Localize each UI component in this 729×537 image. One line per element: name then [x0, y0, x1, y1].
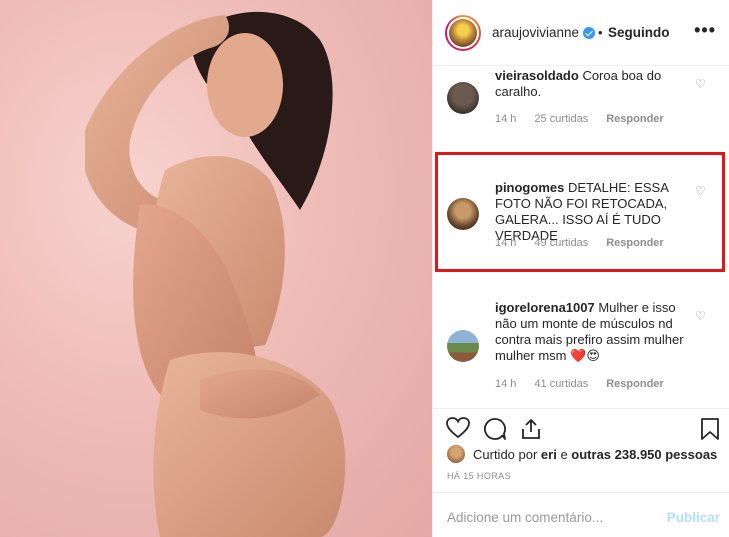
likes-summary: Curtido por eri e outras 238.950 pessoas	[447, 445, 727, 463]
commenter-avatar[interactable]	[447, 82, 479, 114]
heart-icon[interactable]	[446, 417, 470, 439]
comment-input[interactable]: Adicione um comentário...	[447, 510, 603, 525]
post-actions-bar	[433, 408, 729, 441]
comment-username[interactable]: vieirasoldado	[495, 68, 579, 83]
comment-time[interactable]: 14 h	[495, 113, 516, 125]
comment-time[interactable]: 14 h	[495, 378, 516, 390]
post-photo[interactable]	[0, 0, 432, 537]
highlight-box	[435, 152, 725, 272]
comment-username[interactable]: igorelorena1007	[495, 300, 595, 315]
liker-avatar[interactable]	[447, 445, 465, 463]
liker-username[interactable]: eri	[541, 447, 557, 462]
comment-emoji: ❤️😍	[570, 348, 600, 363]
comment-like-icon[interactable]: ♡	[695, 309, 706, 323]
share-icon[interactable]	[519, 417, 543, 441]
likes-middle: e	[556, 447, 572, 462]
comment-likes[interactable]: 41 curtidas	[534, 378, 588, 390]
post-photo-illustration	[85, 11, 346, 537]
likes-prefix: Curtido por	[473, 447, 541, 462]
publish-button[interactable]: Publicar	[667, 510, 720, 525]
commenter-avatar[interactable]	[447, 330, 479, 362]
post-header: araujovivianne • Seguindo •••	[433, 0, 729, 66]
comment-likes[interactable]: 25 curtidas	[534, 113, 588, 125]
comment-reply-button[interactable]: Responder	[606, 113, 663, 125]
comment-like-icon[interactable]: ♡	[695, 77, 706, 91]
post-timestamp[interactable]: HÁ 15 HORAS	[447, 471, 511, 481]
verified-badge-icon	[583, 27, 595, 39]
likes-others-link[interactable]: outras 238.950 pessoas	[571, 447, 717, 462]
comment-icon[interactable]	[483, 417, 507, 441]
comment-reply-button[interactable]: Responder	[606, 378, 663, 390]
header-separator: •	[598, 25, 603, 40]
comment-form: Adicione um comentário... Publicar	[433, 492, 729, 537]
following-button[interactable]: Seguindo	[608, 25, 670, 40]
more-options-icon[interactable]: •••	[694, 20, 716, 41]
bookmark-icon[interactable]	[700, 417, 720, 441]
author-username[interactable]: araujovivianne	[492, 25, 579, 40]
author-avatar[interactable]	[445, 15, 481, 51]
